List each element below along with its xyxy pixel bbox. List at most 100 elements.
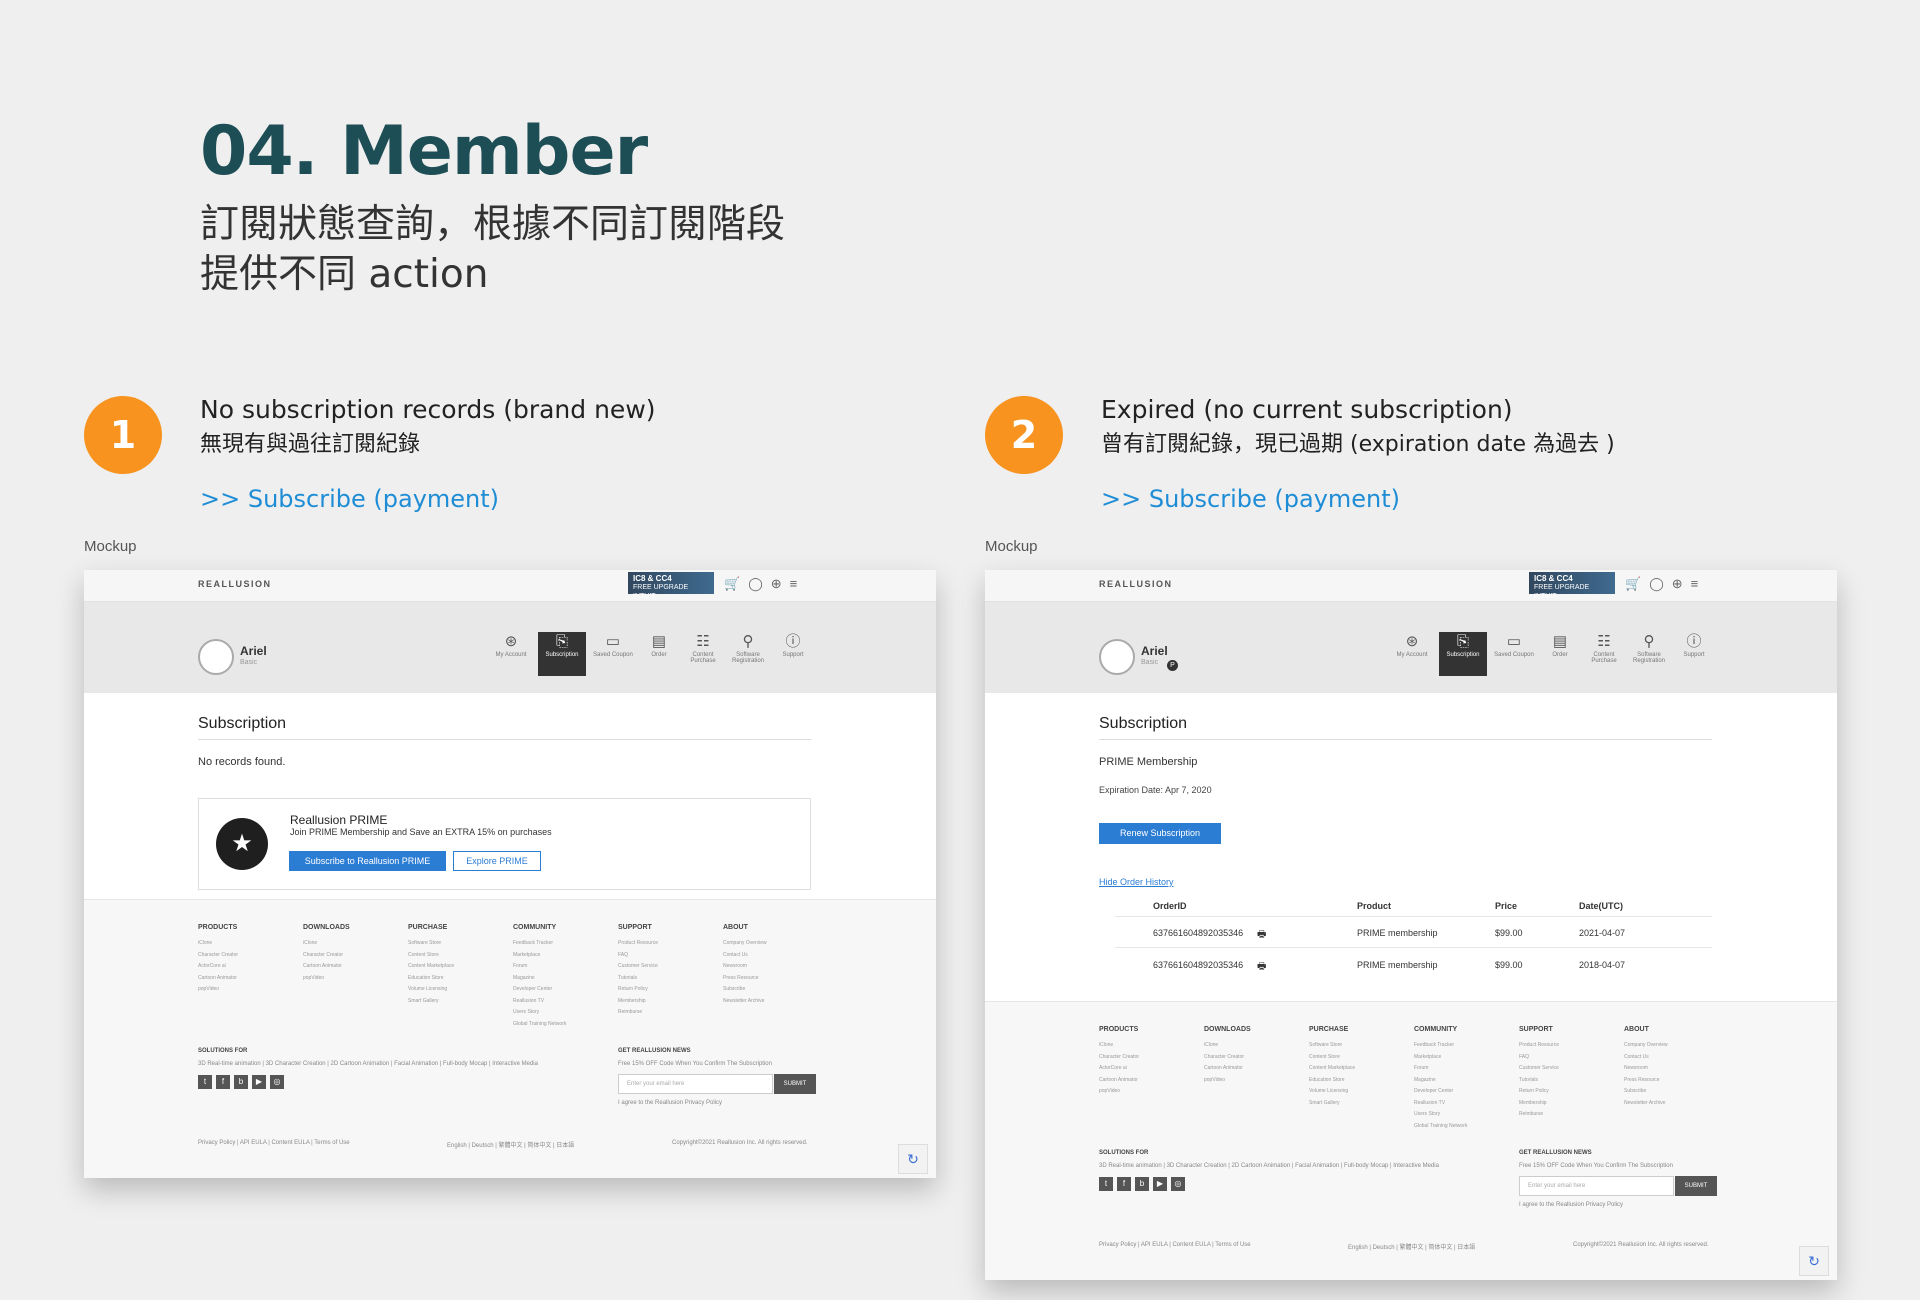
globe-icon[interactable]: ⊕ [1672, 576, 1691, 591]
footer-link[interactable]: popVideo [198, 984, 298, 996]
tab-saved-coupon[interactable]: ▭ Saved Coupon [589, 632, 637, 676]
footer-link[interactable]: Subscribe [1624, 1086, 1724, 1098]
newsletter-email-input[interactable]: Enter your email here [1519, 1176, 1674, 1196]
footer-link[interactable]: Global Training Network [513, 1019, 613, 1031]
footer-link[interactable]: Subscribe [723, 984, 823, 996]
footer-link[interactable]: Tutorials [1519, 1075, 1619, 1087]
tab-support[interactable]: ⓘ Support [1670, 632, 1718, 676]
footer-link[interactable]: Reallusion TV [1414, 1098, 1514, 1110]
tab-my-account[interactable]: ⊛ My Account [1388, 632, 1436, 676]
footer-link[interactable]: Developer Center [513, 984, 613, 996]
footer-link[interactable]: Return Policy [618, 984, 718, 996]
promo-banner[interactable]: IC8 & CC4 FREE UPGRADE INTUIT [628, 572, 714, 600]
footer-link[interactable]: Customer Service [1519, 1063, 1619, 1075]
footer-link[interactable]: Users Story [1414, 1109, 1514, 1121]
menu-icon[interactable]: ≡ [1691, 576, 1707, 591]
tab-support[interactable]: ⓘ Support [769, 632, 817, 676]
legal-links[interactable]: Privacy Policy | API EULA | Content EULA… [198, 1140, 350, 1146]
footer-link[interactable]: Content Marketplace [1309, 1063, 1409, 1075]
footer-link[interactable]: Character Creator [198, 950, 298, 962]
footer-link[interactable]: Education Store [1309, 1075, 1409, 1087]
footer-link[interactable]: Return Policy [1519, 1086, 1619, 1098]
reallusion-logo[interactable]: REALLUSION [1099, 579, 1173, 589]
privacy-agree-checkbox[interactable]: I agree to the Reallusion Privacy Policy [618, 1100, 722, 1106]
subscribe-prime-button[interactable]: Subscribe to Reallusion PRIME [289, 851, 446, 871]
language-links[interactable]: English | Deutsch | 繁體中文 | 简体中文 | 日本語 [1348, 1242, 1475, 1251]
facebook-icon[interactable]: f [216, 1075, 230, 1089]
case-1-subscribe-link[interactable]: >> Subscribe (payment) [200, 485, 499, 513]
footer-link[interactable]: FAQ [1519, 1052, 1619, 1064]
footer-link[interactable]: iClone [303, 938, 403, 950]
privacy-agree-checkbox[interactable]: I agree to the Reallusion Privacy Policy [1519, 1202, 1623, 1208]
tab-content-purchase[interactable]: ☷ Content Purchase [1580, 632, 1628, 676]
footer-link[interactable]: Contact Us [1624, 1052, 1724, 1064]
footer-link[interactable]: Smart Gallery [408, 996, 508, 1008]
instagram-icon[interactable]: ◎ [270, 1075, 284, 1089]
avatar[interactable] [198, 639, 234, 675]
tab-order[interactable]: ▤ Order [1536, 632, 1584, 676]
instagram-icon[interactable]: ◎ [1171, 1177, 1185, 1191]
menu-icon[interactable]: ≡ [790, 576, 806, 591]
footer-link[interactable]: Cartoon Animator [1204, 1063, 1304, 1075]
twitter-icon[interactable]: t [1099, 1177, 1113, 1191]
solutions-links[interactable]: 3D Real-time animation | 3D Character Cr… [1099, 1163, 1439, 1169]
footer-link[interactable]: ActorCore ai [198, 961, 298, 973]
globe-icon[interactable]: ⊕ [771, 576, 790, 591]
footer-link[interactable]: Marketplace [513, 950, 613, 962]
footer-link[interactable]: Reallusion TV [513, 996, 613, 1008]
blog-icon[interactable]: b [1135, 1177, 1149, 1191]
footer-link[interactable]: Product Resource [618, 938, 718, 950]
solutions-links[interactable]: 3D Real-time animation | 3D Character Cr… [198, 1061, 538, 1067]
footer-link[interactable]: Cartoon Animator [1099, 1075, 1199, 1087]
footer-link[interactable]: Magazine [513, 973, 613, 985]
tab-subscription[interactable]: ⎘ Subscription [1439, 632, 1487, 676]
footer-link[interactable]: Feedback Tracker [1414, 1040, 1514, 1052]
print-icon[interactable]: 🖶 [1257, 959, 1266, 976]
avatar[interactable] [1099, 639, 1135, 675]
newsletter-email-input[interactable]: Enter your email here [618, 1074, 773, 1094]
footer-link[interactable]: Software Store [408, 938, 508, 950]
footer-link[interactable]: Contact Us [723, 950, 823, 962]
footer-link[interactable]: Content Store [1309, 1052, 1409, 1064]
footer-link[interactable]: Newsroom [1624, 1063, 1724, 1075]
footer-link[interactable]: Education Store [408, 973, 508, 985]
footer-link[interactable]: Magazine [1414, 1075, 1514, 1087]
footer-link[interactable]: Newsletter Archive [1624, 1098, 1724, 1110]
renew-subscription-button[interactable]: Renew Subscription [1099, 823, 1221, 844]
case-2-subscribe-link[interactable]: >> Subscribe (payment) [1101, 485, 1400, 513]
blog-icon[interactable]: b [234, 1075, 248, 1089]
footer-link[interactable]: iClone [1099, 1040, 1199, 1052]
footer-link[interactable]: Press Resource [723, 973, 823, 985]
tab-software-registration[interactable]: ⚲ Software Registration [1625, 632, 1673, 676]
footer-link[interactable]: popVideo [1204, 1075, 1304, 1087]
footer-link[interactable]: Users Story [513, 1007, 613, 1019]
tab-software-registration[interactable]: ⚲ Software Registration [724, 632, 772, 676]
footer-link[interactable]: Newsletter Archive [723, 996, 823, 1008]
footer-link[interactable]: Reimburse [618, 1007, 718, 1019]
reallusion-logo[interactable]: REALLUSION [198, 579, 272, 589]
legal-links[interactable]: Privacy Policy | API EULA | Content EULA… [1099, 1242, 1251, 1248]
print-icon[interactable]: 🖶 [1257, 927, 1266, 944]
tab-saved-coupon[interactable]: ▭ Saved Coupon [1490, 632, 1538, 676]
footer-link[interactable]: iClone [198, 938, 298, 950]
explore-prime-button[interactable]: Explore PRIME [453, 851, 541, 871]
language-links[interactable]: English | Deutsch | 繁體中文 | 简体中文 | 日本語 [447, 1140, 574, 1149]
youtube-icon[interactable]: ▶ [1153, 1177, 1167, 1191]
footer-link[interactable]: Character Creator [303, 950, 403, 962]
youtube-icon[interactable]: ▶ [252, 1075, 266, 1089]
tab-subscription[interactable]: ⎘ Subscription [538, 632, 586, 676]
footer-link[interactable]: Product Resource [1519, 1040, 1619, 1052]
footer-link[interactable]: Customer Service [618, 961, 718, 973]
footer-link[interactable]: Reimburse [1519, 1109, 1619, 1121]
footer-link[interactable]: Feedback Tracker [513, 938, 613, 950]
footer-link[interactable]: Company Overview [1624, 1040, 1724, 1052]
footer-link[interactable]: popVideo [303, 973, 403, 985]
footer-link[interactable]: Character Creator [1204, 1052, 1304, 1064]
footer-link[interactable]: Company Overview [723, 938, 823, 950]
footer-link[interactable]: Volume Licensing [1309, 1086, 1409, 1098]
footer-link[interactable]: Cartoon Animator [303, 961, 403, 973]
tab-order[interactable]: ▤ Order [635, 632, 683, 676]
newsletter-submit-button[interactable]: SUBMIT [774, 1074, 816, 1094]
footer-link[interactable]: Software Store [1309, 1040, 1409, 1052]
cart-icon[interactable]: 🛒 [1625, 576, 1649, 591]
